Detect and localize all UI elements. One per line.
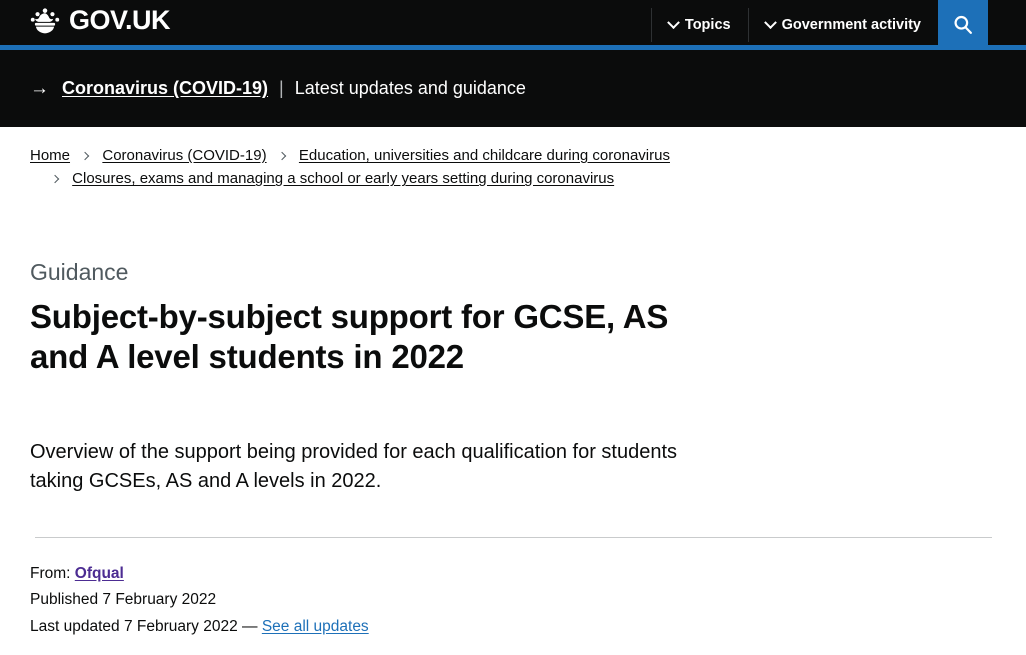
global-header: GOV.UK Topics Government activity	[0, 0, 1026, 50]
nav-item-topics-label: Topics	[684, 17, 731, 33]
metadata-published-row: Published 7 February 2022	[30, 587, 996, 614]
breadcrumb-line-2: Closures, exams and managing a school or…	[30, 167, 730, 190]
chevron-right-icon	[80, 151, 90, 160]
nav-item-government-activity-label: Government activity	[781, 17, 921, 33]
nav-item-topics[interactable]: Topics	[652, 0, 748, 50]
crown-icon	[28, 7, 62, 35]
breadcrumb-item-coronavirus[interactable]: Coronavirus (COVID-19)	[102, 147, 266, 164]
document-type-label: Guidance	[30, 258, 129, 285]
metadata-from-organisation-link[interactable]: Ofqual	[75, 565, 124, 582]
nav-item-government-activity[interactable]: Government activity	[749, 0, 938, 50]
breadcrumb-item-education[interactable]: Education, universities and childcare du…	[299, 147, 670, 164]
horizontal-divider	[34, 536, 992, 538]
govuk-logo-text: GOV.UK	[69, 5, 171, 35]
metadata-last-updated-row: Last updated 7 February 2022 — See all u…	[30, 614, 996, 641]
see-all-updates-link[interactable]: See all updates	[262, 618, 369, 635]
covid-banner-separator: |	[279, 78, 284, 98]
covid-banner: → Coronavirus (COVID-19) | Latest update…	[0, 50, 1026, 127]
search-icon	[952, 14, 974, 36]
metadata-published-date: 7 February 2022	[102, 591, 217, 609]
metadata-last-updated-date: 7 February 2022	[123, 617, 238, 635]
breadcrumb-item-closures[interactable]: Closures, exams and managing a school or…	[72, 170, 614, 187]
chevron-down-icon	[667, 15, 680, 29]
metadata-from-label: From:	[30, 564, 71, 582]
page-title: Subject-by-subject support for GCSE, AS …	[30, 298, 669, 375]
main-content: Home Coronavirus (COVID-19) Education, u…	[0, 127, 1026, 641]
metadata-dash: —	[242, 617, 258, 635]
metadata-published-label: Published	[30, 591, 99, 609]
chevron-right-icon	[277, 151, 286, 160]
page-summary: Overview of the support being provided f…	[30, 441, 678, 493]
publication-metadata: From: Ofqual Published 7 February 2022 L…	[30, 561, 996, 641]
metadata-from-row: From: Ofqual	[30, 561, 996, 588]
search-button[interactable]	[938, 0, 988, 50]
breadcrumb-line-1: Home Coronavirus (COVID-19) Education, u…	[30, 144, 730, 167]
header-navigation: Topics Government activity	[650, 0, 988, 50]
chevron-right-icon	[50, 174, 60, 184]
chevron-down-icon	[763, 15, 777, 29]
breadcrumb-item-home[interactable]: Home	[30, 147, 70, 164]
covid-banner-link[interactable]: Coronavirus (COVID-19)	[62, 78, 268, 99]
arrow-right-icon: →	[30, 78, 49, 99]
govuk-logo-link[interactable]: GOV.UK	[28, 5, 171, 35]
covid-banner-text: Latest updates and guidance	[294, 78, 526, 98]
metadata-last-updated-label: Last updated	[30, 617, 120, 635]
breadcrumb: Home Coronavirus (COVID-19) Education, u…	[30, 127, 730, 191]
